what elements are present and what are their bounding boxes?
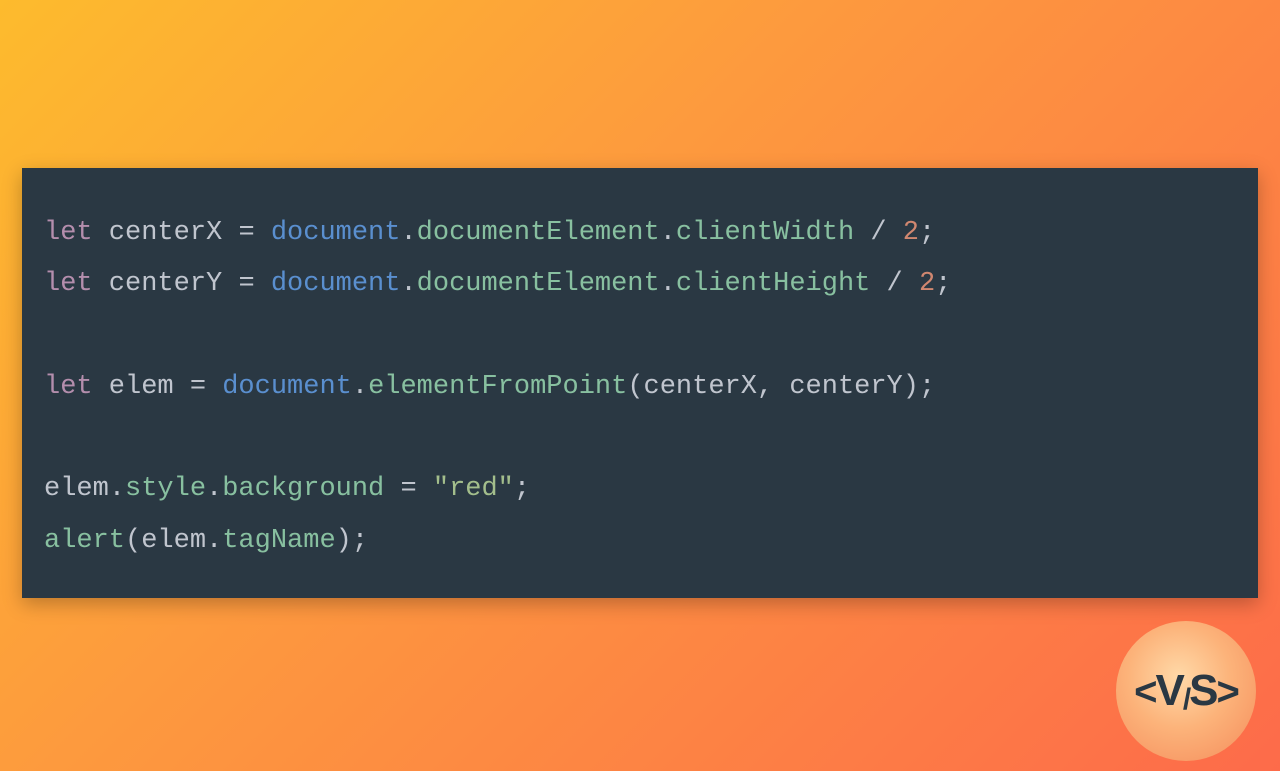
code-token: centerY bbox=[93, 269, 239, 299]
code-token: let bbox=[44, 269, 93, 299]
code-token: . bbox=[660, 218, 676, 248]
code-token: documentElement bbox=[417, 269, 660, 299]
vs-logo: <V/S> bbox=[1116, 621, 1256, 761]
code-block: let centerX = document.documentElement.c… bbox=[22, 168, 1258, 598]
code-token: elem bbox=[141, 526, 206, 556]
code-token: clientWidth bbox=[676, 218, 854, 248]
code-token: ( bbox=[627, 372, 643, 402]
logo-gt: > bbox=[1217, 670, 1238, 714]
code-token: / bbox=[870, 269, 919, 299]
logo-slash: / bbox=[1183, 683, 1189, 717]
code-token: . bbox=[400, 269, 416, 299]
code-token: ( bbox=[125, 526, 141, 556]
code-token: 2 bbox=[919, 269, 935, 299]
code-token: document bbox=[271, 269, 401, 299]
code-token: elem bbox=[93, 372, 190, 402]
code-token: ; bbox=[919, 218, 935, 248]
logo-v: V bbox=[1155, 666, 1182, 715]
code-token: . bbox=[400, 218, 416, 248]
code-token: clientHeight bbox=[676, 269, 870, 299]
code-token: style bbox=[125, 474, 206, 504]
code-token: alert bbox=[44, 526, 125, 556]
vs-logo-text: <V/S> bbox=[1134, 666, 1238, 716]
code-token: let bbox=[44, 372, 93, 402]
code-token: = bbox=[238, 269, 270, 299]
code-token: . bbox=[206, 474, 222, 504]
code-token: ); bbox=[903, 372, 935, 402]
code-token: / bbox=[854, 218, 903, 248]
code-token: ; bbox=[935, 269, 951, 299]
code-token: = bbox=[190, 372, 222, 402]
code-token: document bbox=[271, 218, 401, 248]
code-token: . bbox=[352, 372, 368, 402]
code-token: = bbox=[384, 474, 433, 504]
code-token: . bbox=[206, 526, 222, 556]
code-token: documentElement bbox=[417, 218, 660, 248]
code-token: background bbox=[222, 474, 384, 504]
code-token: elem bbox=[44, 474, 109, 504]
code-token: ); bbox=[336, 526, 368, 556]
code-token: centerY bbox=[789, 372, 902, 402]
code-token: elementFromPoint bbox=[368, 372, 627, 402]
code-token: . bbox=[109, 474, 125, 504]
code-token: centerX bbox=[644, 372, 757, 402]
code-token: 2 bbox=[903, 218, 919, 248]
code-token: centerX bbox=[93, 218, 239, 248]
code-token: let bbox=[44, 218, 93, 248]
code-token: tagName bbox=[222, 526, 335, 556]
code-token: = bbox=[238, 218, 270, 248]
code-token: . bbox=[660, 269, 676, 299]
code-token: , bbox=[757, 372, 789, 402]
code-content: let centerX = document.documentElement.c… bbox=[44, 208, 1236, 567]
code-token: "red" bbox=[433, 474, 514, 504]
logo-lt: < bbox=[1134, 670, 1155, 714]
code-token: ; bbox=[514, 474, 530, 504]
logo-s: S bbox=[1189, 666, 1216, 715]
code-token: document bbox=[222, 372, 352, 402]
